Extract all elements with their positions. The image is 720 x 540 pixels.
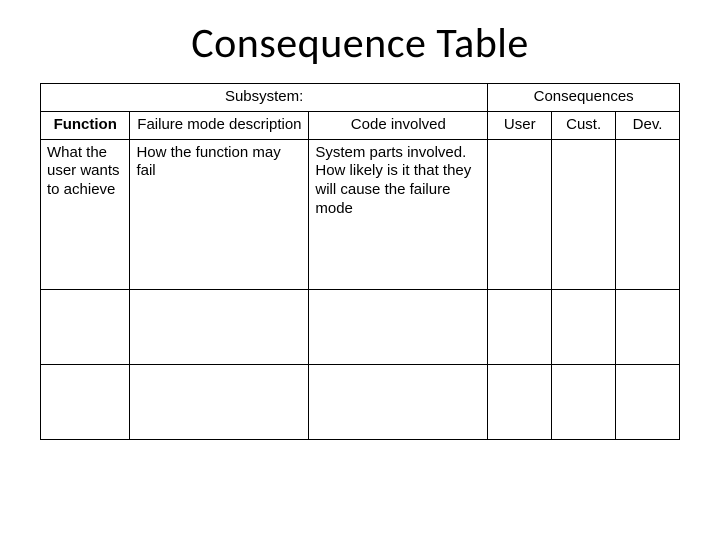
cell-failure-mode: How the function may fail bbox=[130, 139, 309, 289]
empty-cell bbox=[616, 364, 680, 439]
empty-cell bbox=[552, 364, 616, 439]
empty-cell bbox=[552, 289, 616, 364]
header-function: Function bbox=[41, 111, 130, 139]
empty-cell bbox=[309, 364, 488, 439]
empty-cell bbox=[41, 364, 130, 439]
empty-cell bbox=[41, 289, 130, 364]
table-row: What the user wants to achieve How the f… bbox=[41, 139, 680, 289]
table-row bbox=[41, 364, 680, 439]
cell-cust bbox=[552, 139, 616, 289]
empty-cell bbox=[130, 364, 309, 439]
empty-cell bbox=[488, 289, 552, 364]
header-failure-mode: Failure mode description bbox=[130, 111, 309, 139]
header-cust: Cust. bbox=[552, 111, 616, 139]
empty-cell bbox=[488, 364, 552, 439]
page-title: Consequence Table bbox=[40, 18, 680, 69]
code-line-2: How likely is it that they will cause th… bbox=[315, 162, 481, 218]
code-line-1: System parts involved. bbox=[315, 144, 481, 163]
header-dev: Dev. bbox=[616, 111, 680, 139]
cell-code-involved: System parts involved. How likely is it … bbox=[309, 139, 488, 289]
empty-cell bbox=[616, 289, 680, 364]
header-consequences: Consequences bbox=[488, 84, 680, 112]
table-row bbox=[41, 289, 680, 364]
header-code-involved: Code involved bbox=[309, 111, 488, 139]
consequence-table: Subsystem: Consequences Function Failure… bbox=[40, 83, 680, 440]
cell-dev bbox=[616, 139, 680, 289]
slide: Consequence Table Subsystem: Consequence… bbox=[0, 0, 720, 540]
empty-cell bbox=[309, 289, 488, 364]
header-user: User bbox=[488, 111, 552, 139]
cell-function: What the user wants to achieve bbox=[41, 139, 130, 289]
header-subsystem: Subsystem: bbox=[41, 84, 488, 112]
header-row-1: Subsystem: Consequences bbox=[41, 84, 680, 112]
cell-user bbox=[488, 139, 552, 289]
header-row-2: Function Failure mode description Code i… bbox=[41, 111, 680, 139]
empty-cell bbox=[130, 289, 309, 364]
